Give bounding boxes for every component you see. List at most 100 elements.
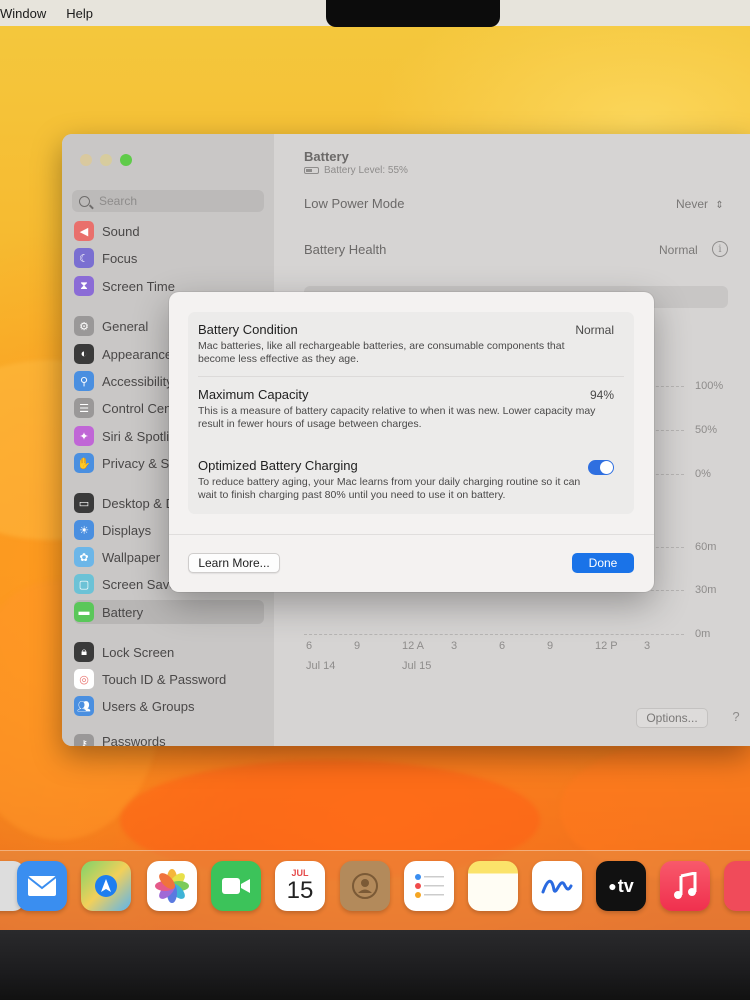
maximum-capacity-value: 94% — [589, 388, 614, 402]
page-title: Battery — [304, 149, 349, 164]
sidebar-item-focus[interactable]: ☾ Focus — [74, 246, 264, 270]
chart-date-label: Jul 15 — [402, 660, 432, 672]
menu-help[interactable]: Help — [66, 6, 107, 21]
chart-y-label: 60m — [695, 541, 717, 553]
flower-icon: ✿ — [74, 547, 94, 567]
maps-app-icon[interactable] — [81, 861, 131, 911]
close-button[interactable] — [80, 154, 92, 166]
contacts-app-icon[interactable] — [340, 861, 390, 911]
chart-y-label: 50% — [695, 424, 718, 436]
sidebar-item-touch-id[interactable]: ◎ Touch ID & Password — [74, 667, 264, 691]
battery-level-text: Battery Level: 55% — [324, 165, 408, 176]
chart-x-tick: 3 — [644, 640, 651, 652]
notes-app-icon[interactable] — [468, 861, 518, 911]
mail-app-icon[interactable] — [17, 861, 67, 911]
battery-health-value: Normal — [659, 243, 698, 257]
maximum-capacity-title: Maximum Capacity — [198, 387, 309, 402]
chart-x-tick: 9 — [547, 640, 554, 652]
accessibility-icon: ⚲ — [74, 371, 94, 391]
battery-condition-value: Normal — [575, 323, 614, 337]
battery-level: Battery Level: 55% — [304, 165, 408, 176]
photos-app-icon[interactable] — [147, 861, 197, 911]
chart-x-tick: 3 — [451, 640, 458, 652]
optimized-charging-desc: To reduce battery aging, your Mac learns… — [198, 476, 581, 501]
video-camera-icon — [222, 878, 250, 894]
screen-saver-icon: ▢ — [74, 574, 94, 594]
hourglass-icon: ⧗ — [74, 276, 94, 296]
facetime-app-icon[interactable] — [211, 861, 261, 911]
music-note-icon — [674, 872, 697, 899]
sidebar-item-users-groups[interactable]: 👥︎ Users & Groups — [74, 694, 264, 718]
flower-petals-icon — [155, 869, 189, 903]
sidebar-item-label: Accessibility — [102, 373, 173, 389]
sidebar-item-label: Screen Time — [102, 278, 175, 294]
tv-app-icon[interactable]: ● tv — [596, 861, 646, 911]
search-icon — [79, 195, 90, 207]
learn-more-button[interactable]: Learn More... — [188, 553, 280, 573]
key-icon: ⚷ — [74, 734, 94, 746]
music-app-icon[interactable] — [660, 861, 710, 911]
dock-icon: ▭ — [74, 493, 94, 513]
zoom-button[interactable] — [120, 154, 132, 166]
calendar-app-icon[interactable]: JUL 15 — [275, 861, 325, 911]
sidebar-item-label: Passwords — [102, 734, 166, 746]
lock-icon: 🔒︎ — [74, 642, 94, 662]
freeform-app-icon[interactable] — [532, 861, 582, 911]
sidebar-item-sound[interactable]: ◀ Sound — [74, 219, 264, 243]
person-icon — [352, 873, 378, 899]
chart-date-label: Jul 14 — [306, 660, 336, 672]
calendar-day: 15 — [286, 877, 314, 904]
battery-health-label: Battery Health — [304, 242, 387, 257]
low-power-mode-value: Never — [676, 197, 709, 211]
battery-icon: ▬ — [74, 602, 94, 622]
minimize-button[interactable] — [100, 154, 112, 166]
help-button[interactable]: ? — [726, 709, 746, 729]
window-controls — [80, 154, 132, 166]
control-center-icon: ☰ — [74, 398, 94, 418]
sidebar-item-label: Users & Groups — [102, 698, 195, 714]
appearance-icon: ◐ — [74, 344, 94, 364]
sidebar-item-label: Appearance — [102, 346, 173, 362]
optimized-charging-title: Optimized Battery Charging — [198, 458, 358, 473]
chart-x-tick: 9 — [354, 640, 361, 652]
moon-icon: ☾ — [74, 248, 94, 268]
camera-notch — [326, 0, 500, 27]
squiggle-icon — [541, 879, 573, 894]
sidebar-item-label: Battery — [102, 604, 144, 620]
laptop-bezel — [0, 930, 750, 1000]
sidebar-item-label: General — [102, 318, 149, 334]
low-power-mode-select[interactable]: Never ⇕ — [676, 197, 724, 211]
menu-window[interactable]: Window — [0, 6, 60, 21]
done-button[interactable]: Done — [572, 553, 634, 573]
chart-x-tick: 6 — [499, 640, 506, 652]
battery-condition-row: Battery Condition Mac batteries, like al… — [198, 322, 624, 366]
sidebar-item-label: Lock Screen — [102, 644, 175, 660]
sun-icon: ☀ — [74, 520, 94, 540]
chart-x-tick: 6 — [306, 640, 313, 652]
battery-icon — [304, 167, 319, 174]
options-button[interactable]: Options... — [636, 708, 708, 728]
sidebar-item-passwords[interactable]: ⚷ Passwords — [74, 734, 264, 746]
maximum-capacity-desc: This is a measure of battery capacity re… — [198, 405, 596, 430]
sidebar-item-lock-screen[interactable]: 🔒︎ Lock Screen — [74, 640, 264, 664]
siri-icon: ✦ — [74, 426, 94, 446]
optimized-charging-row: Optimized Battery Charging To reduce bat… — [198, 458, 624, 502]
chart-gridline — [304, 634, 684, 635]
chart-x-tick: 12 P — [595, 640, 618, 652]
info-icon[interactable]: i — [712, 241, 728, 257]
battery-health-sheet: Battery Condition Mac batteries, like al… — [169, 292, 654, 592]
sidebar-item-label: Displays — [102, 522, 152, 538]
maximum-capacity-row: Maximum Capacity This is a measure of ba… — [198, 387, 624, 431]
chart-y-label: 0m — [695, 628, 711, 640]
reminders-app-icon[interactable] — [404, 861, 454, 911]
news-app-icon[interactable] — [724, 861, 750, 911]
sidebar-item-label: Wallpaper — [102, 549, 161, 565]
battery-condition-desc: Mac batteries, like all rechargeable bat… — [198, 340, 565, 365]
sidebar-item-battery[interactable]: ▬ Battery — [74, 600, 264, 624]
optimized-charging-toggle[interactable] — [588, 460, 614, 475]
divider — [169, 534, 654, 535]
search-field[interactable]: Search — [72, 190, 264, 212]
chevron-updown-icon: ⇕ — [715, 200, 724, 211]
location-arrow-icon — [95, 875, 117, 897]
gear-icon: ⚙ — [74, 316, 94, 336]
